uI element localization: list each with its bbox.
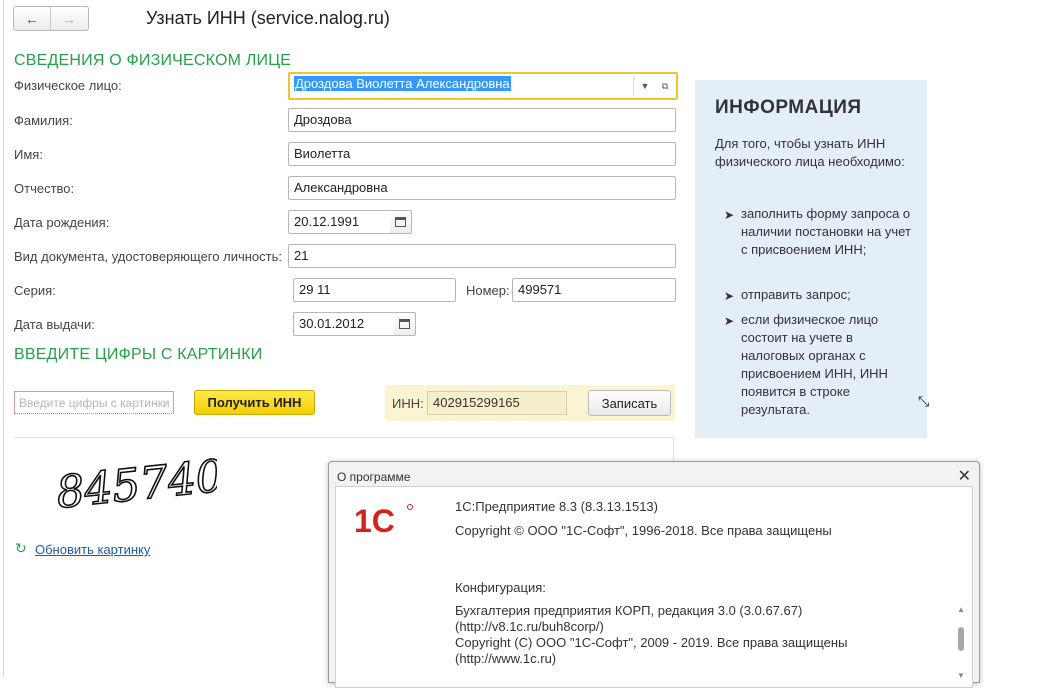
config-url[interactable]: (http://v8.1c.ru/buh8corp/)	[455, 619, 604, 634]
lastname-field[interactable]: Дроздова	[288, 108, 676, 132]
back-button[interactable]: ←	[14, 7, 51, 30]
info-title: ИНФОРМАЦИЯ	[715, 97, 862, 118]
resize-icon[interactable]: ⤡	[918, 393, 929, 410]
info-item: отправить запрос;	[741, 287, 851, 302]
person-select-value: Дроздова Виолетта Александровна	[294, 76, 511, 91]
birthdate-label: Дата рождения:	[14, 215, 110, 230]
dialog-scrollbar[interactable]: ▲ ▼	[956, 605, 966, 685]
calendar-icon	[395, 217, 406, 227]
issue-date-field[interactable]: 30.01.2012	[293, 312, 395, 336]
series-label: Серия:	[14, 283, 56, 298]
calendar-icon	[399, 319, 410, 329]
product-copyright: Copyright © ООО "1С-Софт", 1996-2018. Вс…	[455, 523, 832, 538]
issue-date-calendar-button[interactable]	[394, 312, 416, 336]
info-item: если физическое лицо состоит на учете в …	[741, 312, 888, 417]
captcha-image: 845740	[53, 454, 217, 512]
config-copyright: Copyright (C) ООО "1С-Софт", 2009 - 2019…	[455, 635, 848, 650]
close-icon[interactable]: ✕	[958, 466, 971, 486]
scroll-up-icon[interactable]: ▲	[957, 605, 965, 614]
product-version: 1С:Предприятие 8.3 (8.3.13.1513)	[455, 499, 658, 514]
doctype-label: Вид документа, удостоверяющего личность:	[14, 249, 282, 264]
config-site[interactable]: (http://www.1c.ru)	[455, 651, 556, 666]
captcha-section-title: ВВЕДИТЕ ЦИФРЫ С КАРТИНКИ	[14, 346, 263, 363]
person-select[interactable]: Дроздова Виолетта Александровна ▼ ⧉	[288, 72, 678, 100]
form-left-border	[3, 0, 4, 677]
number-label: Номер:	[466, 283, 510, 298]
info-item: заполнить форму запроса о наличии постан…	[741, 206, 911, 257]
inn-label: ИНН:	[392, 396, 424, 411]
get-inn-button[interactable]: Получить ИНН	[194, 390, 315, 415]
svg-text:1С: 1С	[354, 503, 395, 539]
scroll-thumb[interactable]	[958, 627, 964, 651]
config-label: Конфигурация:	[455, 580, 546, 595]
dialog-body: 1С 1С:Предприятие 8.3 (8.3.13.1513) Copy…	[335, 486, 973, 688]
firstname-field[interactable]: Виолетта	[288, 142, 676, 166]
doctype-field[interactable]: 21	[288, 244, 676, 268]
arrow-right-icon: →	[62, 10, 76, 27]
open-form-icon[interactable]: ⧉	[654, 76, 676, 96]
nav-buttons: ← →	[13, 6, 89, 31]
1c-logo: 1С	[354, 503, 413, 539]
captcha-input[interactable]: Введите цифры с картинки	[14, 391, 174, 414]
about-dialog: О программе ✕ 1С 1С:Предприятие 8.3 (8.3…	[328, 461, 980, 688]
bullet-icon: ➤	[724, 208, 735, 222]
patronymic-field[interactable]: Александровна	[288, 176, 676, 200]
refresh-icon[interactable]: ↻	[15, 540, 27, 557]
person-label: Физическое лицо:	[14, 78, 122, 93]
number-field[interactable]: 499571	[512, 278, 676, 302]
bullet-icon: ➤	[724, 289, 735, 303]
birthdate-calendar-button[interactable]	[390, 210, 412, 234]
issue-date-label: Дата выдачи:	[14, 317, 95, 332]
inn-field[interactable]: 402915299165	[427, 391, 567, 415]
captcha-text: 845740	[54, 454, 217, 512]
chevron-down-icon[interactable]: ▼	[633, 76, 656, 96]
person-section-title: СВЕДЕНИЯ О ФИЗИЧЕСКОМ ЛИЦЕ	[14, 52, 292, 69]
refresh-captcha-link[interactable]: Обновить картинку	[35, 542, 150, 557]
series-field[interactable]: 29 11	[293, 278, 456, 302]
dialog-title: О программе	[337, 470, 411, 484]
arrow-left-icon: ←	[25, 10, 39, 27]
page-title: Узнать ИНН (service.nalog.ru)	[146, 8, 390, 28]
info-intro: Для того, чтобы узнать ИНН физического л…	[715, 136, 905, 169]
save-button[interactable]: Записать	[588, 390, 671, 416]
forward-button[interactable]: →	[51, 7, 87, 30]
bullet-icon: ➤	[724, 314, 735, 328]
firstname-label: Имя:	[14, 147, 43, 162]
patronymic-label: Отчество:	[14, 181, 75, 196]
lastname-label: Фамилия:	[14, 113, 73, 128]
scroll-down-icon[interactable]: ▼	[957, 671, 965, 680]
config-name: Бухгалтерия предприятия КОРП, редакция 3…	[455, 603, 803, 618]
birthdate-field[interactable]: 20.12.1991	[288, 210, 391, 234]
